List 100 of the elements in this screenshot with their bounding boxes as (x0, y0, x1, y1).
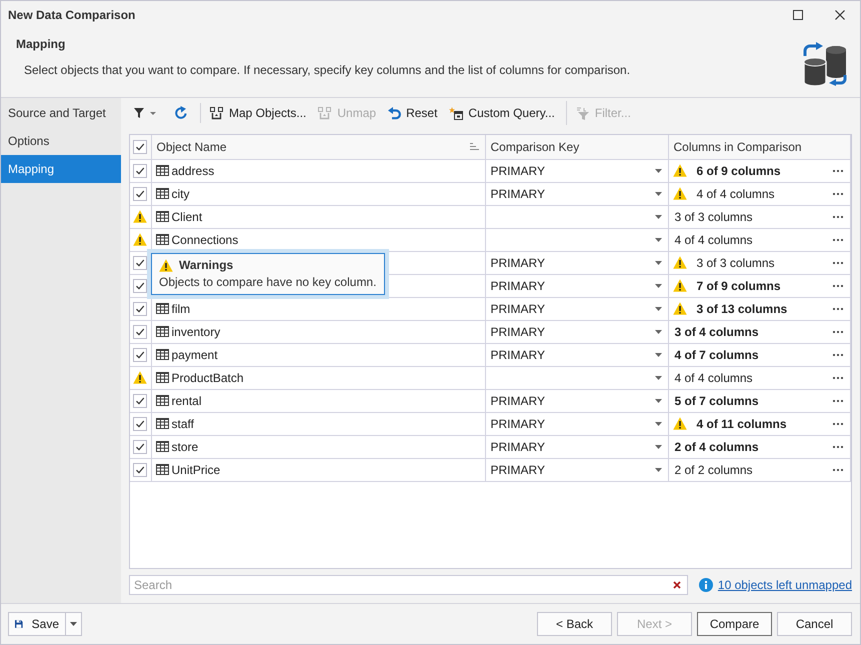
columns-count: 4 of 4 columns (696, 186, 775, 200)
key-dropdown[interactable]: PRIMARY (486, 160, 668, 182)
sort-icon[interactable] (470, 143, 478, 150)
warning-icon (672, 279, 686, 292)
columns-count: 4 of 11 columns (696, 416, 787, 430)
toolbar-button[interactable]: Custom Query... (444, 101, 560, 125)
clear-icon[interactable] (672, 581, 681, 589)
key-dropdown[interactable]: PRIMARY (486, 458, 668, 480)
row-checkbox[interactable] (133, 186, 148, 200)
caret-icon[interactable] (654, 352, 662, 356)
table-icon (156, 165, 168, 176)
save-options-dropdown[interactable] (66, 612, 82, 636)
unmapped-objects-link[interactable]: 10 objects left unmapped (718, 578, 852, 592)
object-name: store (172, 440, 198, 454)
caret-icon[interactable] (654, 168, 662, 172)
caret-icon[interactable] (654, 376, 662, 380)
maximize-icon[interactable] (793, 10, 803, 20)
caret-icon[interactable] (654, 214, 662, 218)
key-dropdown[interactable]: PRIMARY (486, 344, 668, 366)
row-checkbox[interactable] (133, 256, 148, 270)
row-checkbox[interactable] (133, 440, 148, 454)
caret-icon[interactable] (654, 444, 662, 448)
caret-icon[interactable] (654, 468, 662, 472)
caret-icon[interactable] (654, 422, 662, 426)
row-checkbox[interactable] (133, 324, 148, 338)
object-name: staff (172, 416, 194, 430)
funnel-icon[interactable] (134, 108, 144, 118)
row-checkbox[interactable] (133, 462, 148, 476)
key-dropdown[interactable]: PRIMARY (486, 298, 668, 320)
caret-icon[interactable] (654, 330, 662, 334)
table-icon (156, 418, 168, 429)
key-dropdown[interactable]: PRIMARY (486, 274, 668, 296)
key-dropdown[interactable]: PRIMARY (486, 182, 668, 204)
object-name: inventory (172, 324, 220, 338)
table-icon (156, 441, 168, 452)
object-name: rental (172, 394, 202, 408)
sidebar-item[interactable]: Source and Target (1, 99, 121, 127)
save-button[interactable]: Save (8, 612, 66, 636)
key-dropdown[interactable]: PRIMARY (486, 252, 668, 274)
caret-icon[interactable] (654, 284, 662, 288)
columns-count: 3 of 3 columns (674, 210, 753, 224)
info-icon (698, 578, 713, 592)
close-icon[interactable] (835, 10, 845, 20)
table-icon (156, 395, 168, 406)
row-checkbox[interactable] (133, 394, 148, 408)
columns-count: 3 of 3 columns (696, 256, 775, 270)
key-dropdown[interactable]: PRIMARY (486, 436, 668, 458)
tooltip-title: Warnings (179, 258, 234, 272)
row-checkbox[interactable] (133, 416, 148, 430)
caret-icon[interactable] (654, 238, 662, 242)
undo-icon[interactable] (388, 106, 402, 120)
caret-icon[interactable] (70, 622, 77, 626)
warning-icon (133, 371, 148, 384)
key-dropdown[interactable]: PRIMARY (486, 390, 668, 412)
columns-count: 6 of 9 columns (696, 164, 781, 178)
table-icon (156, 372, 168, 383)
table-icon (156, 303, 168, 314)
column-header[interactable]: Object Name (156, 140, 227, 154)
toolbar-button[interactable]: Map Objects... (205, 101, 312, 125)
object-name: address (172, 164, 214, 178)
key-dropdown[interactable]: PRIMARY (486, 412, 668, 434)
table-icon (156, 234, 168, 245)
sidebar-item[interactable]: Mapping (1, 155, 121, 183)
warning-icon (672, 256, 686, 269)
refresh-icon[interactable] (174, 106, 188, 120)
columns-count: 2 of 2 columns (674, 462, 753, 476)
caret-icon[interactable] (654, 192, 662, 196)
caret-icon[interactable] (150, 112, 156, 114)
key-dropdown[interactable]: PRIMARY (486, 320, 668, 342)
toolbar-button[interactable]: Reset (383, 101, 442, 125)
dialog-button[interactable]: Compare (697, 612, 772, 636)
sidebar-item[interactable]: Options (1, 127, 121, 155)
warning-icon (672, 302, 686, 315)
dialog-button[interactable]: < Back (537, 612, 612, 636)
dialog-button[interactable]: Cancel (777, 612, 852, 636)
warning-icon (159, 258, 173, 272)
star-window-icon[interactable] (449, 106, 464, 120)
object-name: Client (172, 210, 202, 224)
row-checkbox[interactable] (133, 278, 148, 292)
row-checkbox[interactable] (133, 302, 148, 316)
table-icon (156, 349, 168, 360)
caret-icon[interactable] (654, 260, 662, 264)
table-icon (156, 464, 168, 475)
columns-count: 5 of 7 columns (674, 394, 759, 408)
connect-icon[interactable] (210, 106, 224, 120)
select-all-checkbox[interactable] (133, 140, 148, 154)
table-icon (156, 326, 168, 337)
table-icon (156, 188, 168, 199)
caret-icon[interactable] (654, 306, 662, 310)
row-checkbox[interactable] (133, 164, 148, 178)
caret-icon[interactable] (654, 398, 662, 402)
warning-icon (133, 233, 148, 246)
page-description: Select objects that you want to compare. If necessary, specify key columns and the list of columns for comparison. (24, 63, 632, 77)
columns-count: 4 of 4 columns (674, 370, 753, 384)
search-field[interactable]: Search (129, 575, 688, 595)
page-title: Mapping (16, 37, 66, 51)
object-name: city (172, 186, 190, 200)
object-name: payment (172, 348, 218, 362)
object-name: UnitPrice (172, 462, 220, 476)
row-checkbox[interactable] (133, 348, 148, 362)
